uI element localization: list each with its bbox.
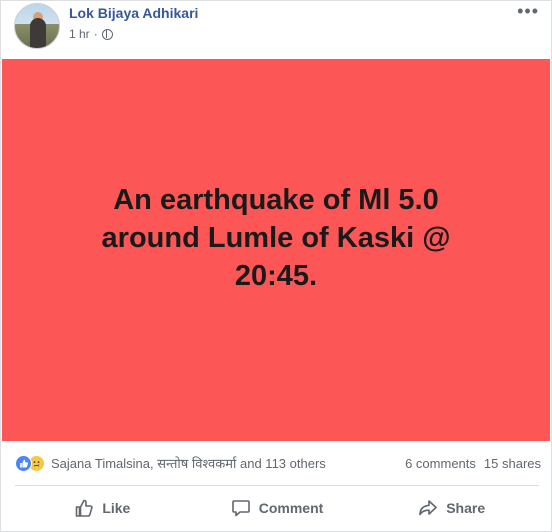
more-options-button[interactable]: ••• (517, 1, 539, 22)
post-content-background: An earthquake of Ml 5.0 around Lumle of … (2, 59, 550, 441)
share-arrow-icon (419, 500, 438, 516)
post-card: Lok Bijaya Adhikari 1 hr · ••• An earthq… (0, 0, 552, 532)
comment-label: Comment (258, 500, 324, 516)
post-timestamp[interactable]: 1 hr (69, 27, 90, 41)
shares-count-link[interactable]: 15 shares (484, 456, 541, 471)
reactors-link[interactable]: Sajana Timalsina, सन्तोष विश्वकर्मा and … (51, 454, 326, 472)
like-label: Like (102, 500, 131, 516)
comment-bubble-icon (231, 500, 250, 517)
globe-icon[interactable] (101, 28, 113, 40)
like-reaction-glyph (20, 459, 28, 467)
reactions-row: Sajana Timalsina, सन्तोष विश्वकर्मा and … (15, 447, 541, 479)
comment-button[interactable]: Comment (190, 498, 365, 518)
author-avatar[interactable] (14, 3, 60, 49)
post-meta: 1 hr · (69, 27, 113, 41)
like-button[interactable]: Like (15, 498, 190, 518)
post-header: Lok Bijaya Adhikari 1 hr · ••• (1, 1, 551, 59)
comments-count-link[interactable]: 6 comments (405, 456, 476, 471)
share-button[interactable]: Share (364, 498, 539, 518)
share-label: Share (446, 500, 486, 516)
post-text: An earthquake of Ml 5.0 around Lumle of … (101, 184, 451, 292)
action-bar: Like Comment Share (15, 489, 539, 527)
author-name-link[interactable]: Lok Bijaya Adhikari (69, 5, 198, 21)
thumbs-up-icon (76, 499, 93, 517)
like-reaction-icon[interactable] (15, 454, 32, 472)
engagement-counts: 6 comments 15 shares (405, 456, 541, 471)
sad-reaction-glyph (33, 460, 40, 467)
divider (15, 485, 539, 486)
meta-separator: · (93, 27, 98, 41)
avatar-body (30, 18, 46, 48)
